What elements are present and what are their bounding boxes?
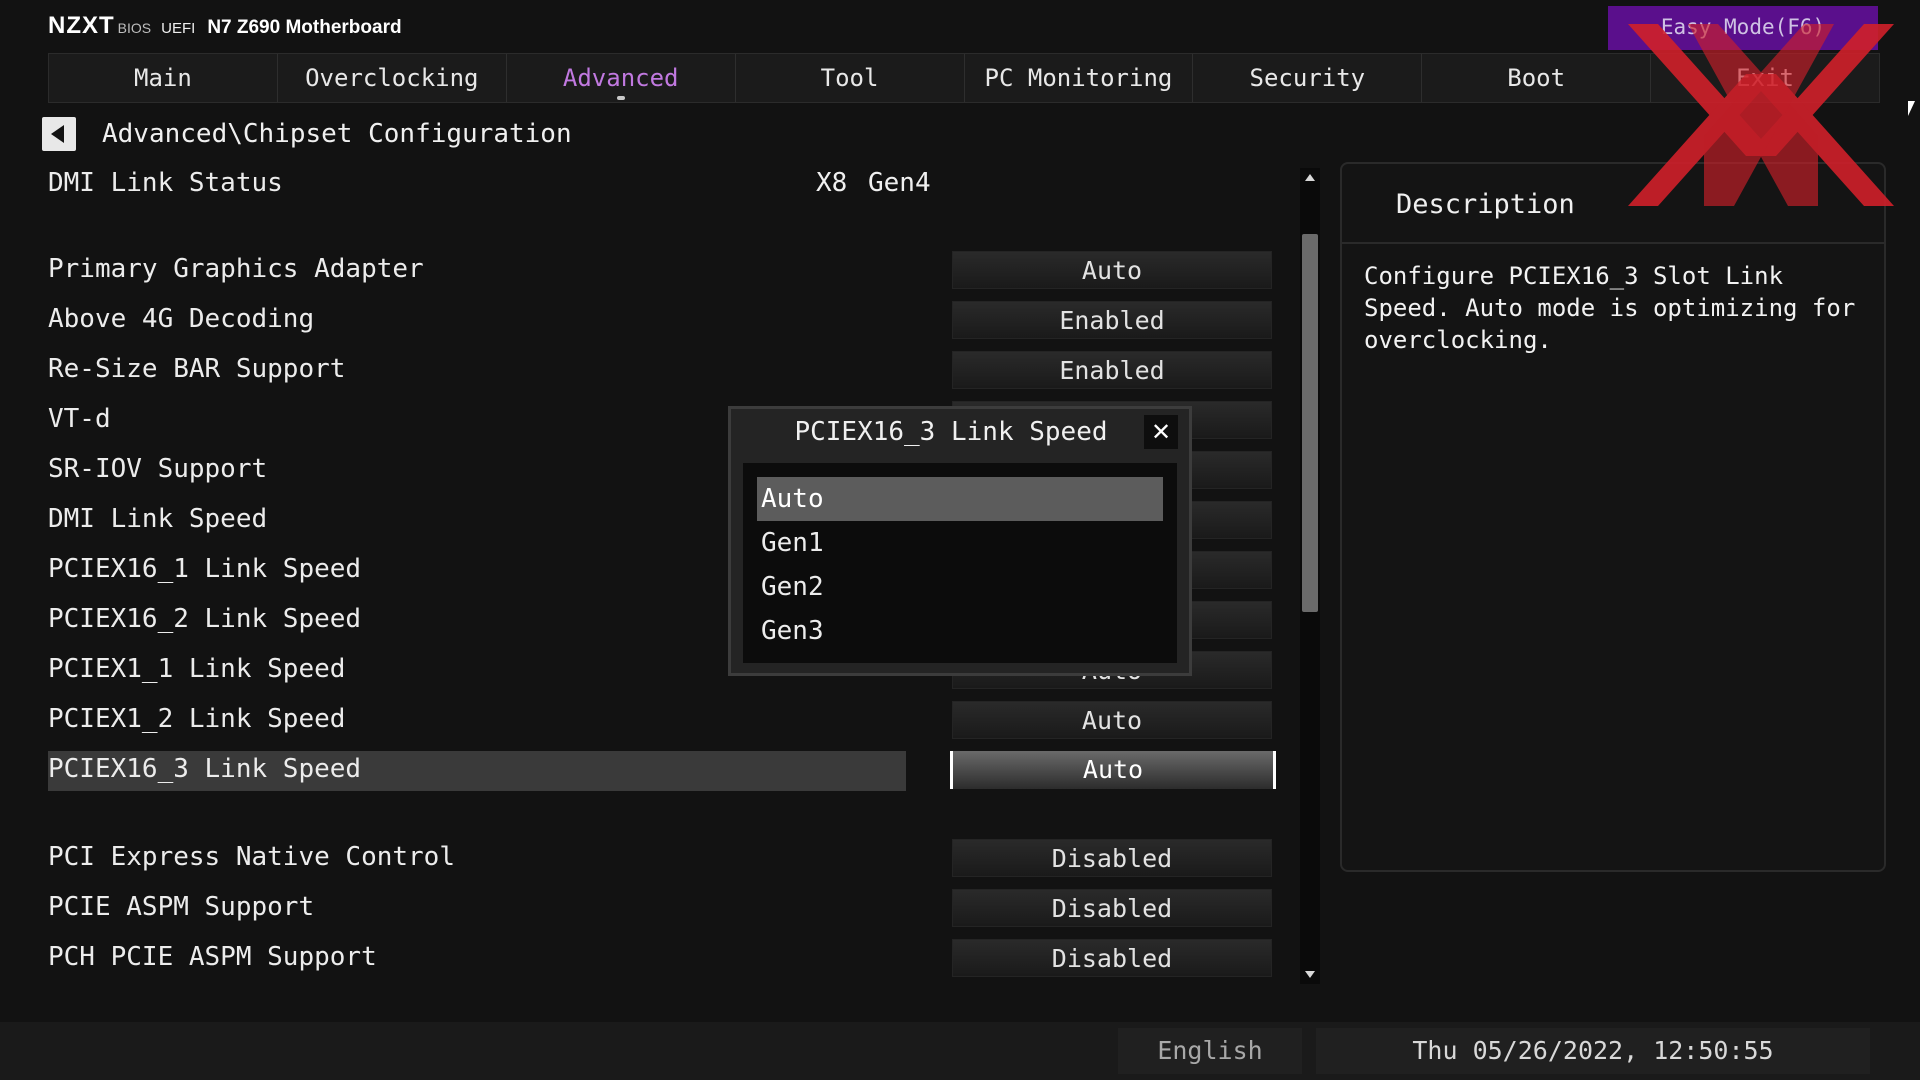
setting-label[interactable]: Re-Size BAR Support [48,354,345,384]
breadcrumb-path: Advanced\Chipset Configuration [102,119,572,149]
setting-label[interactable]: PCIEX16_1 Link Speed [48,554,361,584]
breadcrumb: Advanced\Chipset Configuration [42,116,572,152]
watermark-logo-icon [1628,24,1894,206]
tab-boot[interactable]: Boot [1422,54,1652,102]
brand-logo: NZXT BIOS UEFI N7 Z690 Motherboard [48,12,402,40]
setting-value[interactable]: Enabled [952,301,1272,339]
motherboard-model: N7 Z690 Motherboard [207,17,402,38]
setting-label[interactable]: PCI Express Native Control [48,842,455,872]
description-panel: Description Configure PCIEX16_3 Slot Lin… [1340,162,1886,872]
tab-advanced[interactable]: Advanced [507,54,736,102]
tab-main[interactable]: Main [49,54,278,102]
scroll-down-icon[interactable] [1305,971,1315,978]
link-speed-popup: PCIEX16_3 Link Speed ✕ Auto Gen1 Gen2 Ge… [728,406,1192,676]
popup-option-gen1[interactable]: Gen1 [757,521,1163,565]
datetime-display: Thu 05/26/2022, 12:50:55 [1316,1028,1870,1074]
close-icon[interactable]: ✕ [1144,415,1178,449]
tab-security[interactable]: Security [1193,54,1423,102]
setting-label[interactable]: Above 4G Decoding [48,304,314,334]
tab-tool[interactable]: Tool [736,54,965,102]
popup-option-gen3[interactable]: Gen3 [757,609,1163,653]
mouse-cursor-icon [1908,101,1915,116]
scroll-up-icon[interactable] [1305,174,1315,181]
back-arrow-icon [51,125,64,143]
back-button[interactable] [42,117,76,151]
tab-overclocking[interactable]: Overclocking [278,54,507,102]
popup-option-auto[interactable]: Auto [757,477,1163,521]
language-button[interactable]: English [1118,1028,1302,1074]
setting-label[interactable]: PCIE ASPM Support [48,892,314,922]
dmi-link-gen: Gen4 [868,168,931,198]
footer-bar: English Thu 05/26/2022, 12:50:55 [0,1022,1920,1080]
scroll-thumb[interactable] [1302,234,1318,612]
uefi-label: UEFI [161,20,196,37]
main-tabs: Main Overclocking Advanced Tool PC Monit… [48,53,1880,103]
setting-value[interactable]: Enabled [952,351,1272,389]
setting-label[interactable]: SR-IOV Support [48,454,267,484]
setting-value[interactable]: Disabled [952,939,1272,977]
tab-pc-monitoring[interactable]: PC Monitoring [965,54,1194,102]
popup-option-gen2[interactable]: Gen2 [757,565,1163,609]
settings-scrollbar[interactable] [1300,168,1320,984]
bios-label: BIOS [117,20,152,36]
setting-label[interactable]: VT-d [48,404,111,434]
setting-value-selected[interactable]: Auto [950,751,1276,789]
description-text: Configure PCIEX16_3 Slot Link Speed. Aut… [1364,262,1856,354]
dmi-link-status-label: DMI Link Status [48,168,283,198]
setting-label[interactable]: PCIEX16_2 Link Speed [48,604,361,634]
setting-value[interactable]: Auto [952,251,1272,289]
dmi-link-width: X8 [816,168,848,198]
nzxt-logo: NZXT [48,12,115,39]
setting-label[interactable]: PCIEX1_1 Link Speed [48,654,345,684]
setting-label-selected[interactable]: PCIEX16_3 Link Speed [48,754,361,784]
popup-options: Auto Gen1 Gen2 Gen3 [743,463,1177,663]
setting-label[interactable]: DMI Link Speed [48,504,267,534]
setting-label[interactable]: PCIEX1_2 Link Speed [48,704,345,734]
setting-label[interactable]: PCH PCIE ASPM Support [48,942,377,972]
setting-value[interactable]: Auto [952,701,1272,739]
setting-label[interactable]: Primary Graphics Adapter [48,254,424,284]
setting-value[interactable]: Disabled [952,839,1272,877]
popup-title: PCIEX16_3 Link Speed [794,417,1108,447]
setting-value[interactable]: Disabled [952,889,1272,927]
